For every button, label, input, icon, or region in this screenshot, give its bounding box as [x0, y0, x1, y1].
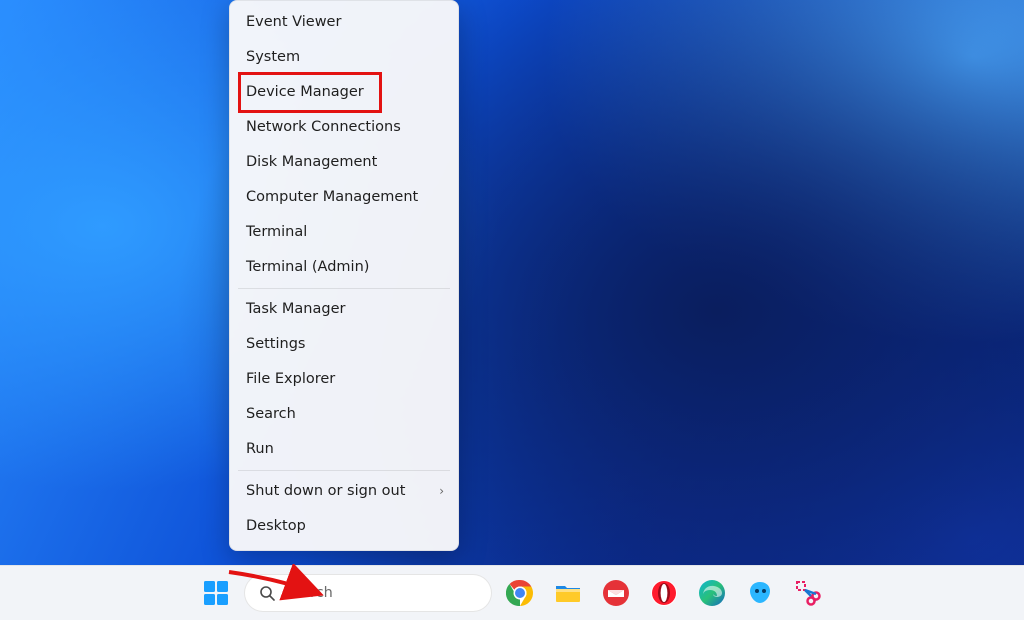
- menu-item-desktop[interactable]: Desktop: [230, 509, 458, 544]
- menu-item-label: System: [246, 49, 300, 65]
- winx-power-menu: Event Viewer System Device Manager Netwo…: [229, 0, 459, 551]
- start-icon: [203, 580, 229, 606]
- menu-item-label: Desktop: [246, 518, 306, 534]
- taskbar-app-snipping-tool[interactable]: [788, 573, 828, 613]
- menu-item-label: Terminal (Admin): [246, 259, 369, 275]
- menu-item-label: Device Manager: [246, 84, 364, 100]
- menu-item-file-explorer[interactable]: File Explorer: [230, 362, 458, 397]
- snipping-tool-icon: [794, 579, 822, 607]
- menu-item-system[interactable]: System: [230, 40, 458, 75]
- menu-item-event-viewer[interactable]: Event Viewer: [230, 5, 458, 40]
- menu-item-label: Search: [246, 406, 296, 422]
- taskbar-app-chrome[interactable]: [500, 573, 540, 613]
- menu-item-label: File Explorer: [246, 371, 335, 387]
- chevron-right-icon: ›: [439, 474, 444, 509]
- assistant-icon: [746, 579, 774, 607]
- search-icon: [259, 585, 275, 601]
- menu-item-label: Computer Management: [246, 189, 418, 205]
- menu-item-label: Terminal: [246, 224, 307, 240]
- taskbar-app-assistant[interactable]: [740, 573, 780, 613]
- taskbar-app-file-explorer[interactable]: [548, 573, 588, 613]
- taskbar-app-opera[interactable]: [644, 573, 684, 613]
- taskbar-app-mail[interactable]: [596, 573, 636, 613]
- menu-item-computer-management[interactable]: Computer Management: [230, 180, 458, 215]
- file-explorer-icon: [554, 579, 582, 607]
- taskbar-search[interactable]: Search: [244, 574, 492, 612]
- menu-item-settings[interactable]: Settings: [230, 327, 458, 362]
- menu-item-label: Settings: [246, 336, 305, 352]
- edge-icon: [698, 579, 726, 607]
- menu-item-label: Task Manager: [246, 301, 345, 317]
- menu-item-terminal-admin[interactable]: Terminal (Admin): [230, 250, 458, 285]
- menu-item-network-connections[interactable]: Network Connections: [230, 110, 458, 145]
- search-placeholder: Search: [283, 585, 333, 601]
- menu-item-label: Run: [246, 441, 274, 457]
- menu-item-label: Shut down or sign out: [246, 483, 405, 499]
- taskbar: Search: [0, 565, 1024, 620]
- menu-item-search[interactable]: Search: [230, 397, 458, 432]
- start-button[interactable]: [196, 573, 236, 613]
- menu-item-label: Network Connections: [246, 119, 401, 135]
- canada-post-icon: [602, 579, 630, 607]
- menu-separator: [238, 288, 450, 289]
- menu-item-label: Disk Management: [246, 154, 377, 170]
- menu-item-terminal[interactable]: Terminal: [230, 215, 458, 250]
- taskbar-app-edge[interactable]: [692, 573, 732, 613]
- chrome-icon: [506, 579, 534, 607]
- menu-item-label: Event Viewer: [246, 14, 341, 30]
- menu-item-disk-management[interactable]: Disk Management: [230, 145, 458, 180]
- menu-item-run[interactable]: Run: [230, 432, 458, 467]
- menu-item-task-manager[interactable]: Task Manager: [230, 292, 458, 327]
- desktop-wallpaper: [0, 0, 1024, 566]
- menu-separator: [238, 470, 450, 471]
- menu-item-device-manager[interactable]: Device Manager: [230, 75, 458, 110]
- menu-item-shutdown-signout[interactable]: Shut down or sign out ›: [230, 474, 458, 509]
- opera-icon: [650, 579, 678, 607]
